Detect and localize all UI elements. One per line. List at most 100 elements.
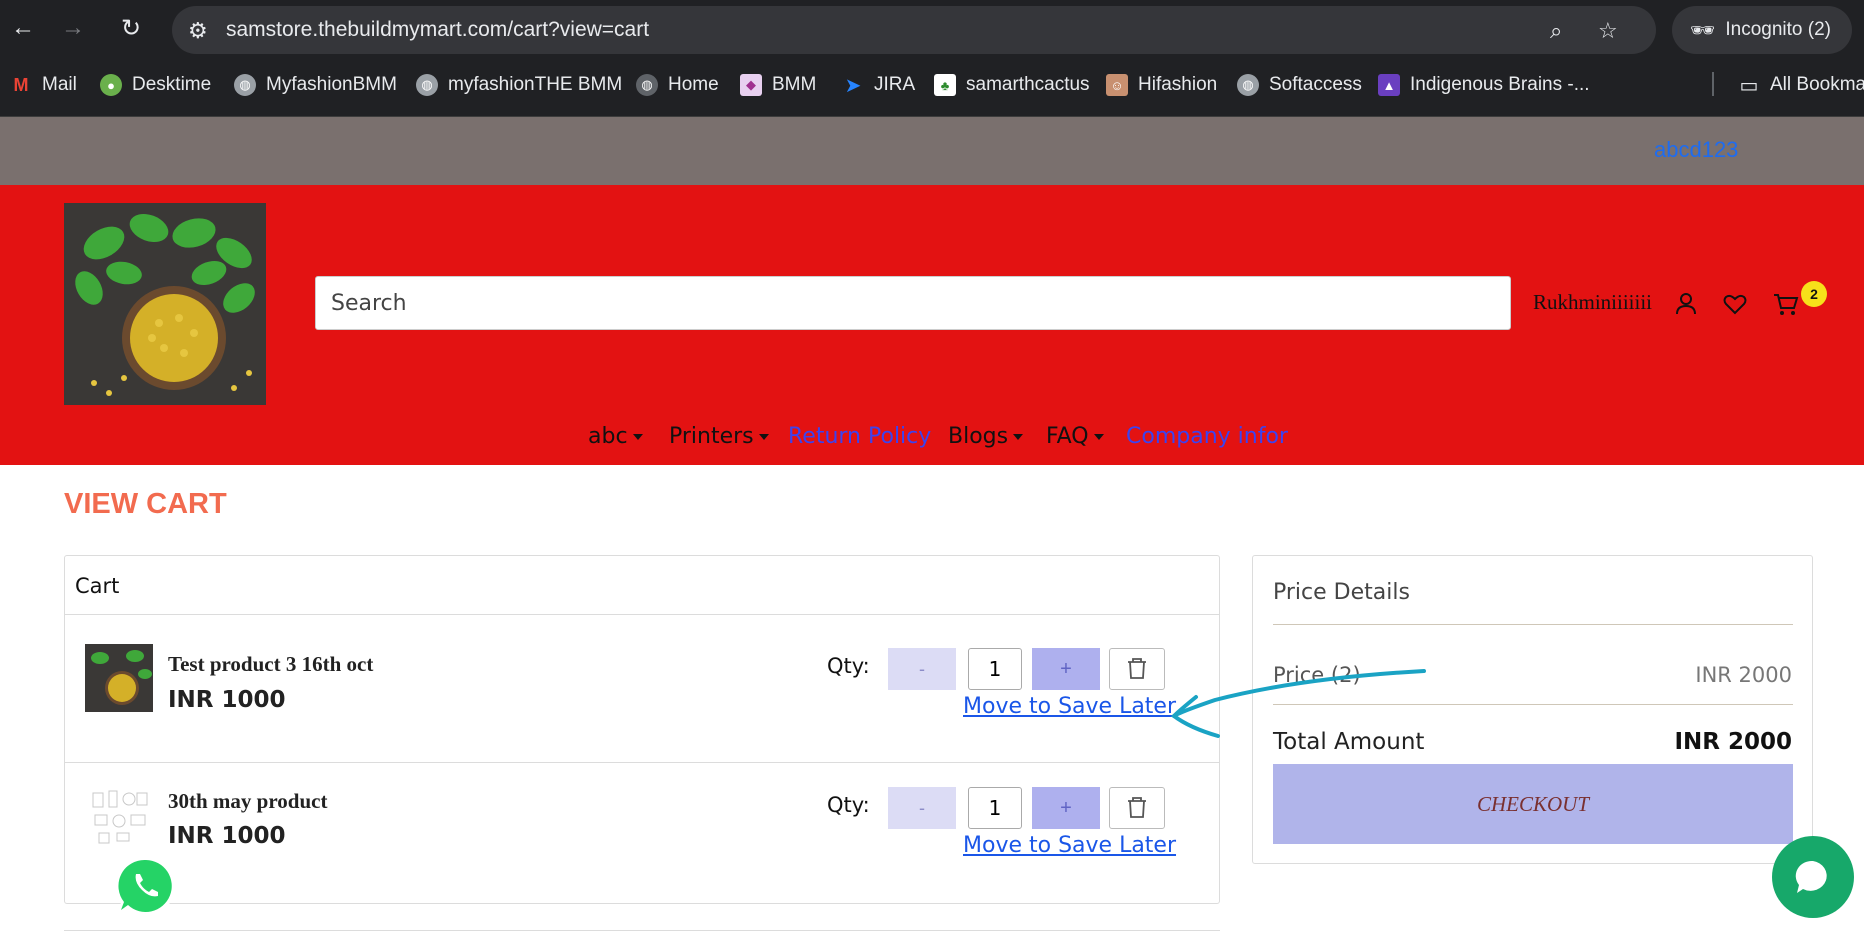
incognito-icon: 🕶 (1690, 19, 1716, 42)
move-to-save-later-link[interactable]: Move to Save Later (963, 833, 1176, 858)
product-name[interactable]: 30th may product (168, 789, 327, 814)
qty-input[interactable] (968, 787, 1022, 829)
bookmark-jira[interactable]: ➤ JIRA (842, 74, 916, 97)
all-bookmarks[interactable]: ▭ All Bookma (1738, 74, 1864, 97)
caret-down-icon (758, 434, 769, 440)
product-price: INR 1000 (168, 823, 286, 849)
bookmark-label: Home (668, 74, 719, 95)
product-name[interactable]: Test product 3 16th oct (168, 652, 373, 677)
whatsapp-icon (114, 855, 176, 916)
chat-widget-button[interactable] (1772, 836, 1854, 918)
price-details-panel: Price Details Price (2) INR 2000 Total A… (1252, 555, 1813, 864)
move-to-save-later-link[interactable]: Move to Save Later (963, 694, 1176, 719)
browser-toolbar: ← → ↻ ⚙ samstore.thebuildmymart.com/cart… (0, 0, 1864, 60)
reload-icon[interactable]: ↻ (114, 11, 148, 45)
caret-down-icon (1013, 434, 1024, 440)
bookmarks-bar: M Mail ● Desktime ◍ MyfashionBMM ◍ myfas… (0, 60, 1864, 117)
bookmark-myfashionbmm[interactable]: ◍ MyfashionBMM (234, 74, 397, 96)
menu-company-info[interactable]: Company infor (1126, 424, 1288, 449)
cactus-icon: ♣ (934, 74, 956, 96)
globe-icon: ◍ (636, 74, 658, 96)
username-label[interactable]: Rukhminiiiiiii (1533, 290, 1652, 315)
star-icon[interactable]: ☆ (1598, 18, 1618, 44)
product-thumbnail[interactable] (85, 783, 153, 851)
cart-icon[interactable] (1771, 289, 1801, 319)
cart-item-row: 30th may product INR 1000 Qty: - + Move … (65, 763, 1219, 911)
bookmark-softaccess[interactable]: ◍ Softaccess (1237, 74, 1362, 96)
back-arrow-icon[interactable]: ← (6, 11, 40, 45)
user-icon[interactable] (1671, 289, 1701, 319)
cart-item-row: Test product 3 16th oct INR 1000 Qty: - … (65, 615, 1219, 763)
site-logo[interactable] (64, 203, 266, 405)
product-thumbnail[interactable] (85, 644, 153, 712)
bookmark-samarthcactus[interactable]: ♣ samarthcactus (934, 74, 1090, 96)
divider (1273, 624, 1793, 625)
price-label: Price (2) (1273, 663, 1361, 687)
incognito-button[interactable]: 🕶 Incognito (2) (1672, 6, 1852, 54)
bookmark-label: JIRA (874, 74, 916, 95)
heart-icon[interactable] (1720, 289, 1750, 319)
bookmark-myfashionthebmm[interactable]: ◍ myfashionTHE BMM (416, 74, 622, 96)
decrease-qty-button[interactable]: - (888, 787, 956, 829)
caret-down-icon (632, 434, 643, 440)
qty-label: Qty: (827, 654, 870, 678)
bookmark-label: Softaccess (1269, 74, 1362, 95)
bookmark-home[interactable]: ◍ Home (636, 74, 719, 96)
bookmark-desktime[interactable]: ● Desktime (100, 74, 211, 96)
site-topbar (0, 117, 1864, 185)
topbar-link[interactable]: abcd123 (1654, 137, 1738, 163)
total-amount-label: Total Amount (1273, 729, 1425, 755)
qty-input[interactable] (968, 648, 1022, 690)
url-text[interactable]: samstore.thebuildmymart.com/cart?view=ca… (226, 18, 649, 42)
menu-blogs[interactable]: Blogs (948, 424, 1024, 449)
bookmark-indigenous-brains[interactable]: ▲ Indigenous Brains -... (1378, 74, 1590, 96)
jira-icon: ➤ (844, 74, 862, 97)
cart-panel: Cart Test product 3 16th oct INR 1000 Qt… (64, 555, 1220, 904)
increase-qty-button[interactable]: + (1032, 648, 1100, 690)
folder-icon: ▭ (1739, 74, 1759, 97)
product-price: INR 1000 (168, 687, 286, 713)
menu-abc[interactable]: abc (588, 424, 643, 449)
bookmarks-separator (1712, 72, 1714, 96)
site-settings-icon[interactable]: ⚙ (188, 18, 208, 44)
divider (1273, 704, 1793, 705)
menu-faq[interactable]: FAQ (1046, 424, 1104, 449)
indigenous-icon: ▲ (1378, 74, 1400, 96)
globe-icon: ◍ (416, 74, 438, 96)
whatsapp-button[interactable] (112, 852, 180, 920)
page-title: VIEW CART (64, 488, 227, 520)
checkout-button[interactable]: CHECKOUT (1273, 764, 1793, 844)
product-image (85, 783, 153, 851)
bookmark-label: Hifashion (1138, 74, 1218, 95)
menu-return-policy[interactable]: Return Policy (788, 424, 931, 449)
menu-label: Blogs (948, 424, 1009, 449)
bookmark-hifashion[interactable]: ☺ Hifashion (1106, 74, 1217, 96)
price-value: INR 2000 (1695, 663, 1792, 687)
all-bookmarks-label: All Bookma (1770, 74, 1864, 95)
search-input[interactable] (315, 276, 1511, 330)
delete-item-button[interactable] (1109, 648, 1165, 690)
delete-item-button[interactable] (1109, 787, 1165, 829)
cart-count-badge: 2 (1801, 281, 1827, 307)
address-bar[interactable]: ⚙ samstore.thebuildmymart.com/cart?view=… (172, 6, 1656, 54)
menu-label: Printers (669, 424, 754, 449)
bookmark-label: myfashionTHE BMM (448, 74, 623, 95)
forward-arrow-icon[interactable]: → (56, 11, 90, 45)
bookmark-label: Desktime (132, 74, 212, 95)
zoom-icon[interactable]: ⌕ (1550, 18, 1562, 44)
total-amount-value: INR 2000 (1674, 729, 1792, 755)
increase-qty-button[interactable]: + (1032, 787, 1100, 829)
bookmark-mail[interactable]: M Mail (10, 74, 77, 96)
trash-icon (1128, 796, 1146, 818)
menu-printers[interactable]: Printers (669, 424, 769, 449)
bookmark-label: Mail (42, 74, 77, 95)
bookmark-bmm[interactable]: ◆ BMM (740, 74, 816, 96)
globe-icon: ◍ (1237, 74, 1259, 96)
chat-bubble-icon (1795, 860, 1827, 893)
menu-label: FAQ (1046, 424, 1089, 449)
logo-image (64, 203, 266, 405)
qty-label: Qty: (827, 793, 870, 817)
desktime-icon: ● (100, 74, 122, 96)
decrease-qty-button[interactable]: - (888, 648, 956, 690)
bookmark-label: samarthcactus (966, 74, 1090, 95)
